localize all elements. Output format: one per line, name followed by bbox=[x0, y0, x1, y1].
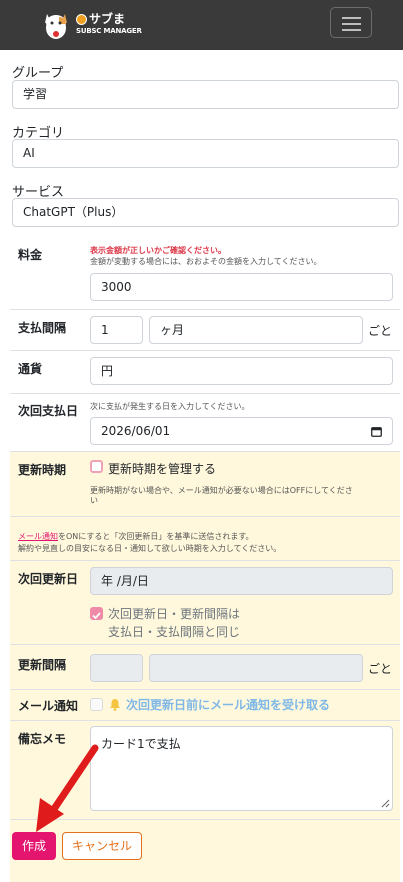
mail-notify-checkbox[interactable] bbox=[90, 698, 103, 711]
renewal-info-line2: 解約や見直しの目安になる日・通知して欲しい時期を入力してください。 bbox=[18, 544, 282, 553]
manage-renewal-label[interactable]: 更新時期を管理する bbox=[108, 460, 216, 477]
brand-dot-icon bbox=[76, 13, 87, 25]
fee-note: 金額が変動する場合には、おおよその金額を入力してください。 bbox=[90, 257, 322, 266]
renewal-interval-label: 更新間隔 bbox=[18, 658, 67, 672]
fee-label: 料金 bbox=[18, 248, 43, 262]
currency-label: 通貨 bbox=[18, 362, 43, 376]
mail-notify-text: 次回更新日前にメール通知を受け取る bbox=[126, 698, 331, 712]
renewal-interval-suffix: ごと bbox=[368, 662, 393, 676]
fee-input[interactable]: 3000 bbox=[90, 273, 393, 301]
menu-toggle-button[interactable] bbox=[330, 7, 372, 38]
fee-warning: 表示金額が正しいかご確認ください。 bbox=[90, 246, 226, 255]
brand-name: サブま bbox=[89, 12, 126, 26]
next-payment-label: 次回支払日 bbox=[18, 404, 79, 418]
renewal-interval-number-input[interactable] bbox=[90, 654, 143, 682]
resize-handle-icon[interactable] bbox=[380, 798, 390, 808]
same-as-payment-label-line2: 支払日・支払間隔と同じ bbox=[108, 625, 241, 639]
next-payment-date-input[interactable]: 2026/06/01 bbox=[90, 417, 393, 445]
renewal-interval-unit-select[interactable] bbox=[149, 654, 363, 682]
interval-label: 支払間隔 bbox=[18, 321, 67, 335]
currency-select[interactable]: 円 bbox=[90, 357, 393, 385]
renewal-note-line2: い bbox=[90, 496, 98, 505]
mail-notify-link[interactable]: メール通知 bbox=[18, 532, 58, 541]
interval-unit-select[interactable]: ヶ月 bbox=[149, 316, 363, 344]
next-renewal-date-input[interactable]: 年 /月/日 bbox=[90, 567, 393, 595]
hamburger-icon bbox=[342, 17, 361, 19]
service-select[interactable]: ChatGPT（Plus） bbox=[12, 198, 399, 227]
top-navbar: サブま SUBSC MANAGER bbox=[0, 0, 403, 50]
next-renewal-label: 次回更新日 bbox=[18, 572, 79, 586]
renewal-note-line1: 更新時期がない場合や、メール通知が必要ない場合にはOFFにしてくださ bbox=[90, 486, 353, 495]
group-select[interactable]: 学習 bbox=[12, 80, 399, 109]
manage-renewal-checkbox[interactable] bbox=[90, 460, 103, 473]
same-as-payment-checkbox[interactable] bbox=[90, 607, 103, 620]
category-select[interactable]: AI bbox=[12, 139, 399, 168]
interval-suffix: ごと bbox=[368, 324, 393, 338]
brand-subtitle: SUBSC MANAGER bbox=[76, 27, 142, 35]
subscription-detail-table: 料金 表示金額が正しいかご確認ください。 金額が変動する場合には、おおよその金額… bbox=[10, 236, 400, 882]
renewal-label: 更新時期 bbox=[18, 463, 67, 477]
same-as-payment-label-line1: 次回更新日・更新間隔は bbox=[108, 607, 241, 621]
cat-logo-icon bbox=[45, 14, 67, 39]
brand-logo[interactable]: サブま SUBSC MANAGER bbox=[40, 4, 150, 44]
mail-notify-label: メール通知 bbox=[18, 699, 79, 713]
bell-icon bbox=[110, 699, 120, 711]
check-icon bbox=[92, 612, 101, 620]
next-payment-note: 次に支払が発生する日を入力してください。 bbox=[90, 402, 250, 411]
interval-number-input[interactable]: 1 bbox=[90, 316, 143, 344]
group-label: グループ bbox=[12, 66, 64, 81]
calendar-icon[interactable] bbox=[371, 426, 382, 437]
renewal-info-line1: をONにすると「次回更新日」を基準に送信されます。 bbox=[58, 532, 254, 541]
annotation-arrow-icon bbox=[36, 744, 99, 832]
